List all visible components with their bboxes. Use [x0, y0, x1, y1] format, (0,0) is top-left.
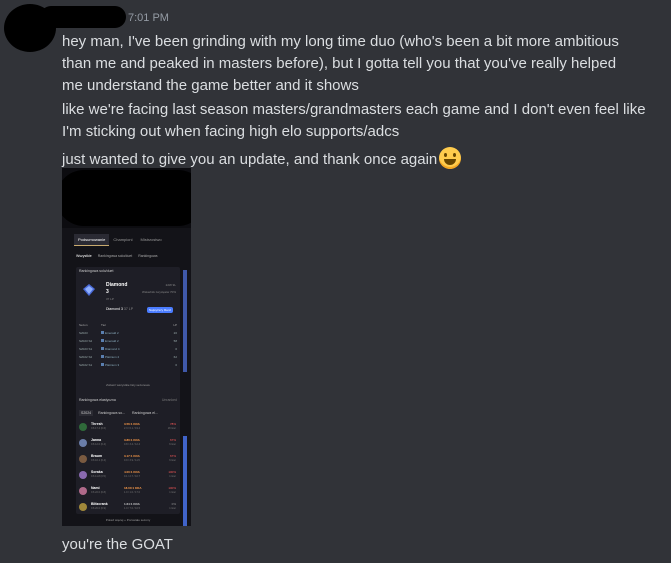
queue-filter: Wszystkie Rankingowa solo/duet Rankingow… [76, 254, 157, 258]
flex-panel: Rankingowa elastyczna Unranked S2024 Ran… [76, 396, 180, 514]
history-row: S2023 S2 Emerald 2 58 [79, 339, 177, 343]
champion-stat-tabs: S2024 Rankingowa so... Rankingowa el... [79, 410, 160, 416]
solo-duo-panel: Rankingowa solo/duet Diamond 3 37 LP 22W… [76, 267, 180, 399]
soraka-icon [79, 471, 87, 479]
champion-row[interactable]: Thresh CS 17.4 (0.6) 3.56:1 KDA 2.3 / 6.1 /… [79, 422, 177, 434]
tab-flex-stats[interactable]: Rankingowa el... [130, 410, 160, 416]
filter-all[interactable]: Wszystkie [76, 254, 92, 258]
history-row: S2023 S1 Diamond 40 [79, 347, 177, 351]
message-paragraph-2: like we're facing last season masters/gr… [62, 101, 646, 140]
history-row: S2022 S1 Platinum 30 [79, 363, 177, 367]
message-timestamp: 7:01 PM [128, 12, 169, 24]
rank-lp: 37 LP [106, 297, 114, 301]
filter-solo[interactable]: Rankingowa solo/duet [98, 254, 132, 258]
final-message: you're the GOAT [62, 536, 173, 553]
rank-tier: Diamond [106, 282, 128, 288]
winrate: Wskaźnik zwycięstw 70% [141, 290, 176, 294]
more-seasons-link[interactable]: Pokaż więcej + Pozostałe sezony [76, 518, 180, 522]
profile-tabs: Podsumowanie Championi Mistrzostwo [74, 234, 166, 246]
flex-panel-title: Rankingowa elastyczna [79, 398, 116, 402]
wins-losses: 22W 9L [165, 283, 176, 287]
champion-row[interactable]: Nami CS 22.0 (0.8) 18.00:1 KDA 1.0 / 1.0 / … [79, 486, 177, 498]
tab-solo-stats[interactable]: Rankingowa so... [96, 410, 127, 416]
history-header: Sezon Tier LP [79, 323, 177, 327]
blitzcrank-icon [79, 503, 87, 511]
solo-panel-title: Rankingowa solo/duet [79, 269, 114, 273]
history-row: S2023 Emerald 2 20 [79, 331, 177, 335]
history-row: S2022 S2 Platinum 2 62 [79, 355, 177, 359]
tab-mastery[interactable]: Mistrzostwo [136, 234, 165, 246]
tab-champions[interactable]: Championi [109, 234, 136, 246]
janna-icon [79, 439, 87, 447]
nami-icon [79, 487, 87, 495]
champion-row[interactable]: Soraka CS 11.8 (0.5) 4.00:1 KDA 0.1 / 2.7 /… [79, 470, 177, 482]
peak-rank-badge: Najwyższy Ranż [147, 307, 174, 313]
grinning-face-emoji [439, 147, 462, 169]
filter-flex[interactable]: Rankingowa [138, 254, 157, 258]
scrollbar-lower[interactable] [183, 436, 187, 526]
diamond-emblem-icon [83, 284, 95, 296]
flex-status: Unranked [161, 398, 177, 402]
champion-row[interactable]: Blitzcrank CS 20.0 (0.9) 1.64:1 KDA 1.0 / 7… [79, 502, 177, 514]
champion-row[interactable]: Braum CS 10.1 (0.4) 3.17:1 KDA 0.9 / 3.9 / … [79, 454, 177, 466]
show-more-seasons[interactable]: Zobacz wszystkie listy sezonowe [76, 383, 180, 387]
tab-summary[interactable]: Podsumowanie [74, 234, 110, 246]
current-rank-line: Diamond 3 37 LP [106, 307, 134, 311]
thresh-icon [79, 423, 87, 431]
scrollbar[interactable] [183, 270, 187, 372]
redacted-profile [62, 170, 191, 226]
tab-season[interactable]: S2024 [79, 410, 94, 416]
rank-division: 3 [106, 289, 109, 295]
redacted-username [40, 6, 126, 28]
champion-row[interactable]: Janna CS 12.0 (0.4) 3.80:1 KDA 0.8 / 3.4 / … [79, 438, 177, 450]
braum-icon [79, 455, 87, 463]
message-paragraph-1: hey man, I've been grinding with my long… [62, 33, 619, 94]
embedded-screenshot[interactable]: Podsumowanie Championi Mistrzostwo Wszys… [62, 168, 191, 526]
